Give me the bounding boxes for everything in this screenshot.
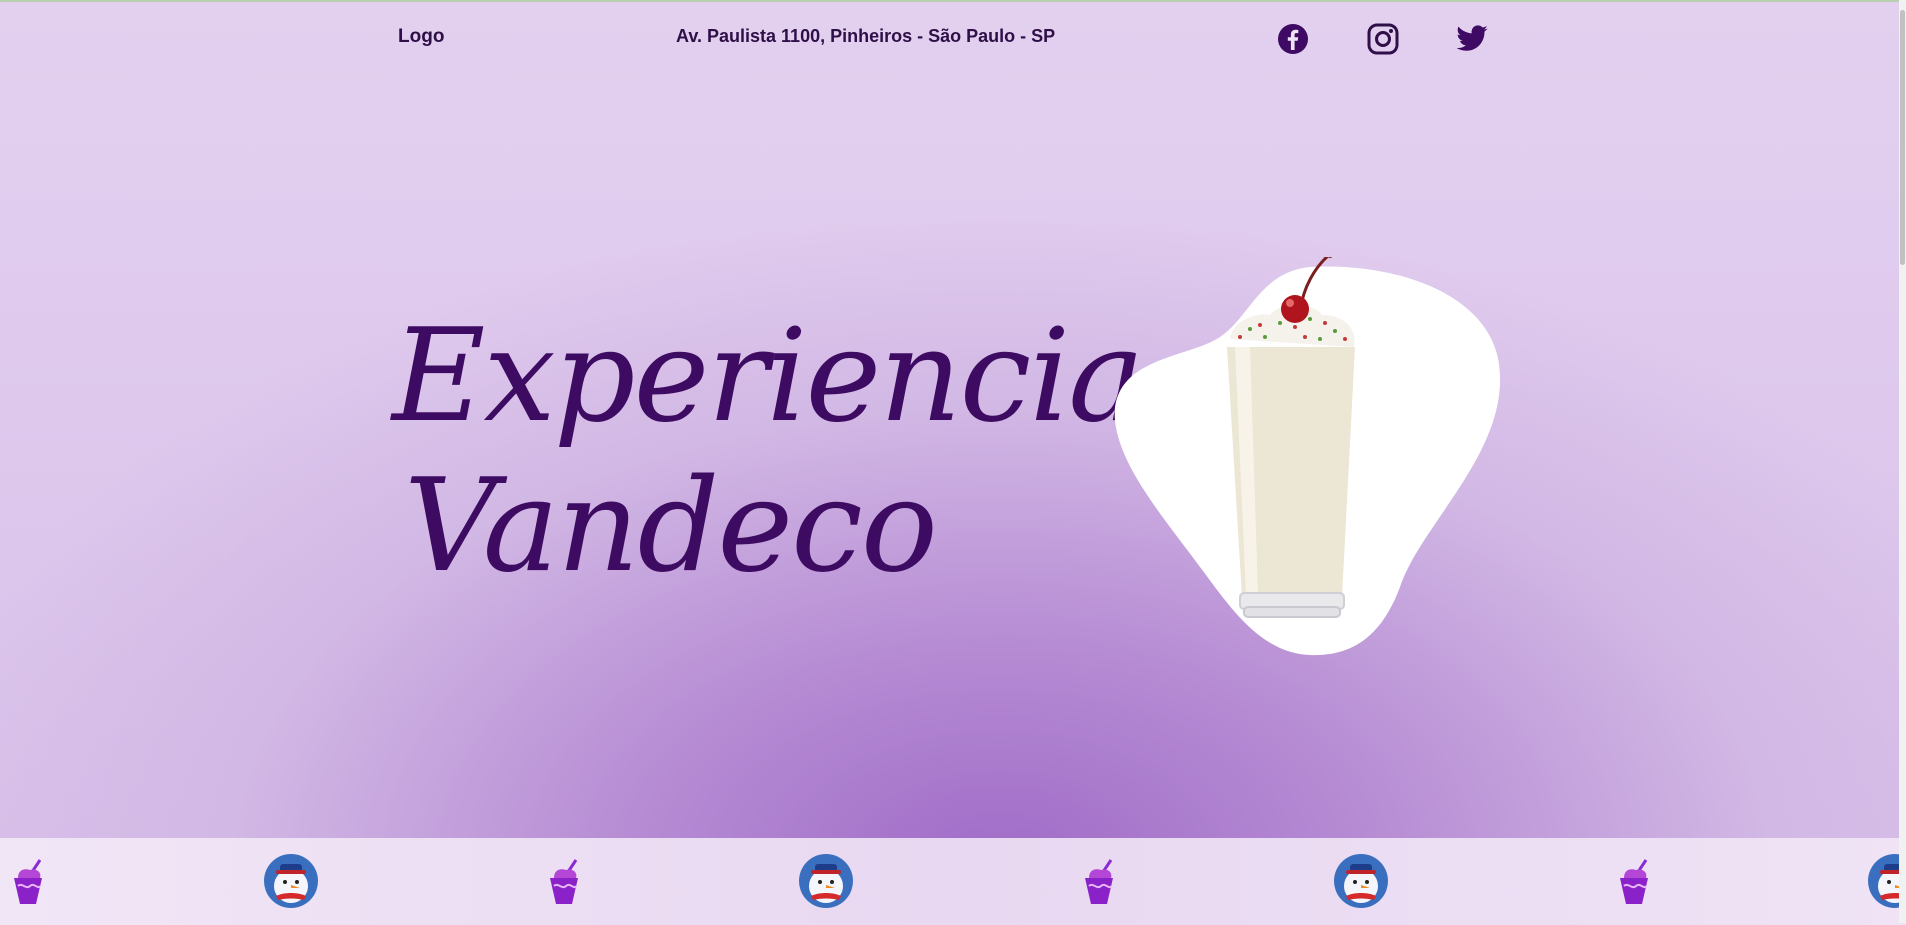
- hero-image: [1110, 257, 1510, 657]
- twitter-icon: [1456, 25, 1488, 51]
- logo-link[interactable]: Logo: [398, 26, 444, 48]
- facebook-icon: [1278, 24, 1308, 54]
- band-item: [262, 852, 320, 910]
- band-item: [1332, 852, 1390, 910]
- snowman-icon: [264, 854, 318, 908]
- vertical-scrollbar[interactable]: [1899, 0, 1906, 923]
- decorative-icon-band: [0, 838, 1904, 925]
- instagram-icon: [1367, 23, 1399, 55]
- snowman-icon: [1334, 854, 1388, 908]
- snowman-icon: [799, 854, 853, 908]
- milkshake-cup-icon: [14, 859, 42, 904]
- hero-title: Experiencia Vandeco: [392, 302, 1145, 602]
- address-text: Av. Paulista 1100, Pinheiros - São Paulo…: [676, 26, 1056, 46]
- page-background: Logo Av. Paulista 1100, Pinheiros - São …: [0, 0, 1904, 925]
- milkshake-image: [1114, 257, 1501, 656]
- instagram-link[interactable]: [1366, 22, 1400, 56]
- hero-title-line-1: Experiencia: [392, 302, 1145, 451]
- scrollbar-thumb[interactable]: [1900, 10, 1905, 265]
- milkshake-cup-icon: [1085, 859, 1113, 904]
- milkshake-cup-icon: [1620, 859, 1648, 904]
- band-item: [1606, 852, 1664, 910]
- facebook-link[interactable]: [1276, 22, 1310, 56]
- milkshake-cup-icon: [550, 859, 578, 904]
- band-item: [1071, 852, 1129, 910]
- top-navigation: Logo Av. Paulista 1100, Pinheiros - São …: [0, 2, 1904, 77]
- hero-title-line-2: Vandeco: [404, 452, 938, 601]
- band-item: [536, 852, 594, 910]
- twitter-link[interactable]: [1455, 22, 1489, 56]
- band-item: [797, 852, 855, 910]
- band-item: [0, 852, 58, 910]
